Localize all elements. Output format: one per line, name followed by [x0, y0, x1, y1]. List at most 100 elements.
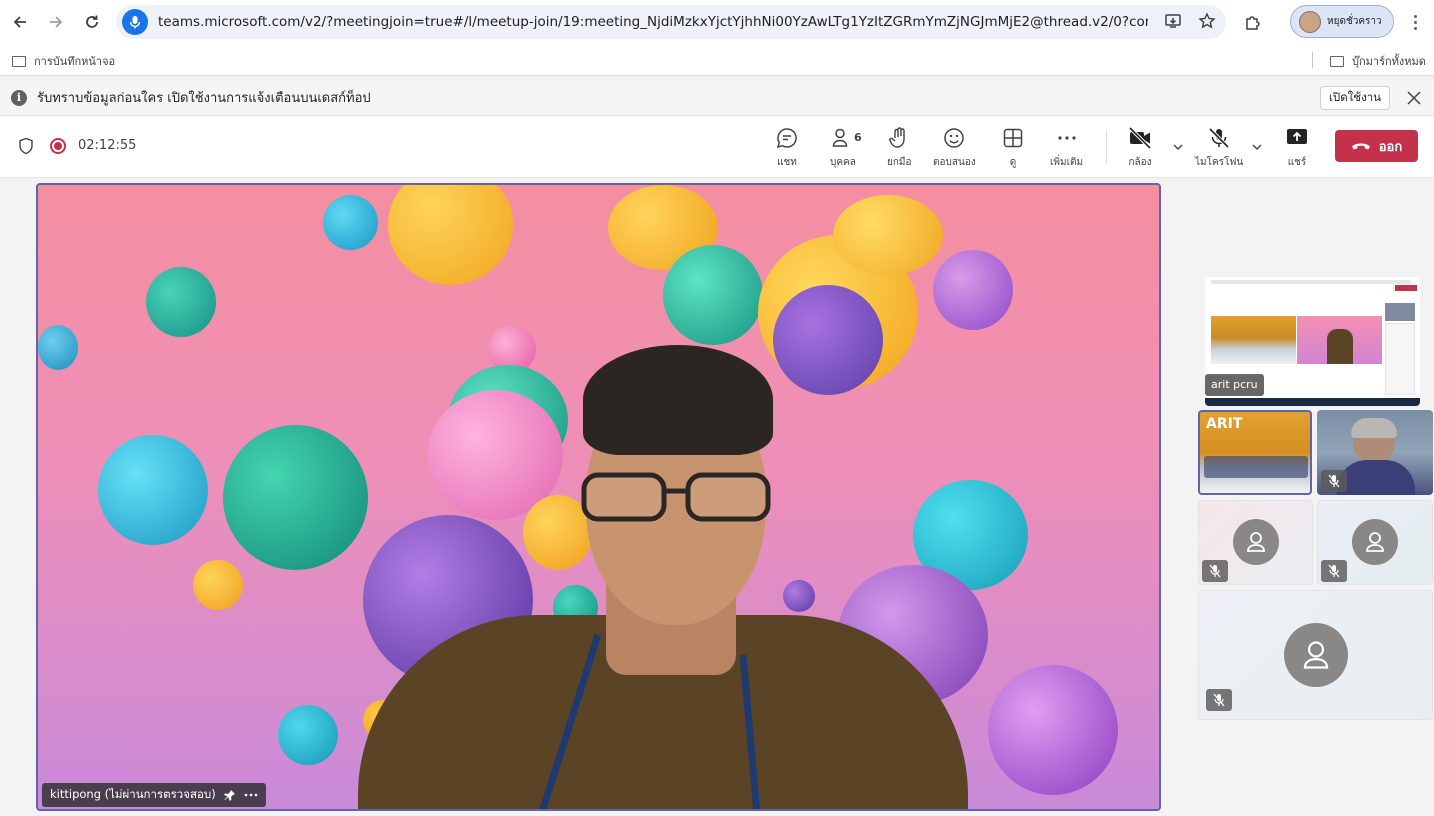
participant-body: [1337, 460, 1415, 495]
mic-off-icon: [1328, 564, 1340, 578]
chat-label: แชท: [777, 157, 797, 168]
shared-tile-column: [1385, 323, 1415, 395]
recording-indicator-icon: [50, 138, 66, 154]
folder-icon: [12, 55, 26, 67]
share-screen-icon: [1287, 129, 1307, 144]
person-icon: [1303, 641, 1329, 669]
react-label: ตอบสนอง: [933, 157, 976, 168]
people-icon: [832, 128, 848, 147]
shared-tile-room: [1211, 316, 1296, 364]
reload-button[interactable]: [74, 4, 110, 40]
participant-tile-avatar[interactable]: [1198, 500, 1313, 585]
participant-tile-video[interactable]: [1317, 410, 1433, 495]
address-bar[interactable]: teams.microsoft.com/v2/?meetingjoin=true…: [116, 5, 1226, 39]
bookmark-star-icon[interactable]: [1198, 12, 1216, 30]
background-bubble: [388, 185, 513, 285]
bookmark-folder[interactable]: การบันทึกหน้าจอ: [12, 52, 115, 70]
mic-button[interactable]: ไมโครโฟน: [1195, 126, 1243, 170]
infobar-message: รับทราบข้อมูลก่อนใคร เปิดใช้งานการแจ้งเต…: [37, 91, 371, 106]
glasses-icon: [581, 472, 771, 522]
background-bubble: [193, 560, 243, 610]
share-tile-name: arit pcru: [1205, 374, 1264, 396]
participant-hair: [583, 345, 773, 455]
background-bubble: [933, 250, 1013, 330]
hand-icon: [889, 127, 905, 148]
raise-hand-button[interactable]: ยกมือ: [887, 126, 912, 170]
meeting-timer: 02:12:55: [78, 138, 137, 153]
pin-icon[interactable]: [223, 789, 236, 801]
shared-participant: [1327, 329, 1353, 364]
forward-button[interactable]: [38, 4, 74, 40]
background-bubble: [988, 665, 1118, 795]
install-app-icon[interactable]: [1164, 12, 1182, 30]
camera-options-chevron-icon[interactable]: [1171, 140, 1185, 154]
reload-icon: [86, 15, 98, 28]
person-icon: [1366, 532, 1384, 552]
mic-off-icon: [1208, 127, 1230, 149]
mic-label: ไมโครโฟน: [1195, 157, 1244, 168]
smiley-icon: [944, 128, 965, 148]
share-button[interactable]: แชร์: [1285, 126, 1309, 170]
background-bubble: [146, 267, 216, 337]
muted-badge: [1202, 560, 1228, 582]
main-video-tile[interactable]: kittipong (ไม่ผ่านการตรวจสอบ): [36, 183, 1161, 811]
more-dots-icon[interactable]: [244, 789, 258, 801]
back-button[interactable]: [2, 4, 38, 40]
lanyard: [539, 633, 761, 809]
shield-icon[interactable]: [18, 137, 34, 155]
microphone-in-use-icon[interactable]: [122, 9, 148, 35]
all-bookmarks[interactable]: บุ๊กมาร์กทั้งหมด: [1330, 52, 1426, 70]
mic-options-chevron-icon[interactable]: [1250, 140, 1264, 154]
shared-tile-small: [1385, 303, 1415, 321]
profile-label: หยุดชั่วคราว: [1327, 16, 1382, 27]
participant-tile-avatar[interactable]: [1317, 500, 1433, 585]
background-bubble: [278, 705, 338, 765]
camera-label: กล้อง: [1128, 157, 1152, 168]
shared-leave-button: [1395, 285, 1417, 291]
close-icon: [1407, 91, 1421, 105]
info-icon: i: [11, 89, 27, 106]
main-participant-name-tag[interactable]: kittipong (ไม่ผ่านการตรวจสอบ): [42, 783, 266, 807]
muted-badge: [1321, 470, 1347, 492]
notification-infobar: i รับทราบข้อมูลก่อนใคร เปิดใช้งานการแจ้ง…: [0, 80, 1434, 116]
people-count: 6: [854, 131, 862, 144]
raise-hand-label: ยกมือ: [887, 157, 912, 168]
participant-name: kittipong (ไม่ผ่านการตรวจสอบ): [50, 787, 216, 801]
background-bubble: [833, 195, 943, 275]
camera-button[interactable]: กล้อง: [1127, 126, 1153, 170]
room-banner-text: ARIT: [1206, 416, 1243, 432]
participant-tile-room[interactable]: ARIT: [1198, 410, 1312, 495]
bookmark-divider: [1312, 52, 1313, 68]
avatar: [1284, 623, 1348, 687]
enable-notifications-button[interactable]: เปิดใช้งาน: [1320, 86, 1390, 110]
all-bookmarks-label: บุ๊กมาร์กทั้งหมด: [1352, 55, 1426, 68]
people-button[interactable]: 6 บุคคล: [830, 126, 862, 170]
background-bubble: [773, 285, 883, 395]
browser-toolbar: teams.microsoft.com/v2/?meetingjoin=true…: [0, 0, 1434, 44]
background-bubble: [223, 425, 368, 570]
profile-button[interactable]: หยุดชั่วคราว: [1290, 5, 1394, 38]
hang-up-icon: [1351, 143, 1370, 150]
folder-icon: [1330, 55, 1344, 67]
view-button[interactable]: ดู: [1001, 126, 1025, 170]
background-bubble: [38, 325, 78, 370]
leave-label: ออก: [1378, 139, 1403, 155]
arrow-left-icon: [13, 16, 26, 28]
shared-taskbar: [1205, 398, 1420, 406]
mic-off-icon: [1209, 564, 1221, 578]
camera-off-icon: [1128, 126, 1152, 150]
close-infobar-button[interactable]: [1404, 88, 1424, 108]
url-text: teams.microsoft.com/v2/?meetingjoin=true…: [158, 14, 1148, 30]
toolbar-divider: [1106, 130, 1107, 164]
avatar: [1352, 519, 1398, 565]
meeting-toolbar: 02:12:55 แชท 6 บุคคล ยกมือ ตอบสนอง ดู เพ…: [0, 116, 1434, 178]
participant-tile-avatar[interactable]: [1198, 590, 1433, 720]
chat-button[interactable]: แชท: [775, 126, 799, 170]
browser-menu-button[interactable]: [1404, 10, 1426, 34]
react-button[interactable]: ตอบสนอง: [933, 126, 976, 170]
more-button[interactable]: เพิ่มเติม: [1050, 126, 1083, 170]
background-bubble: [323, 195, 378, 250]
extensions-button[interactable]: [1238, 8, 1268, 36]
leave-button[interactable]: ออก: [1335, 130, 1418, 162]
grid-view-icon: [1003, 128, 1023, 148]
